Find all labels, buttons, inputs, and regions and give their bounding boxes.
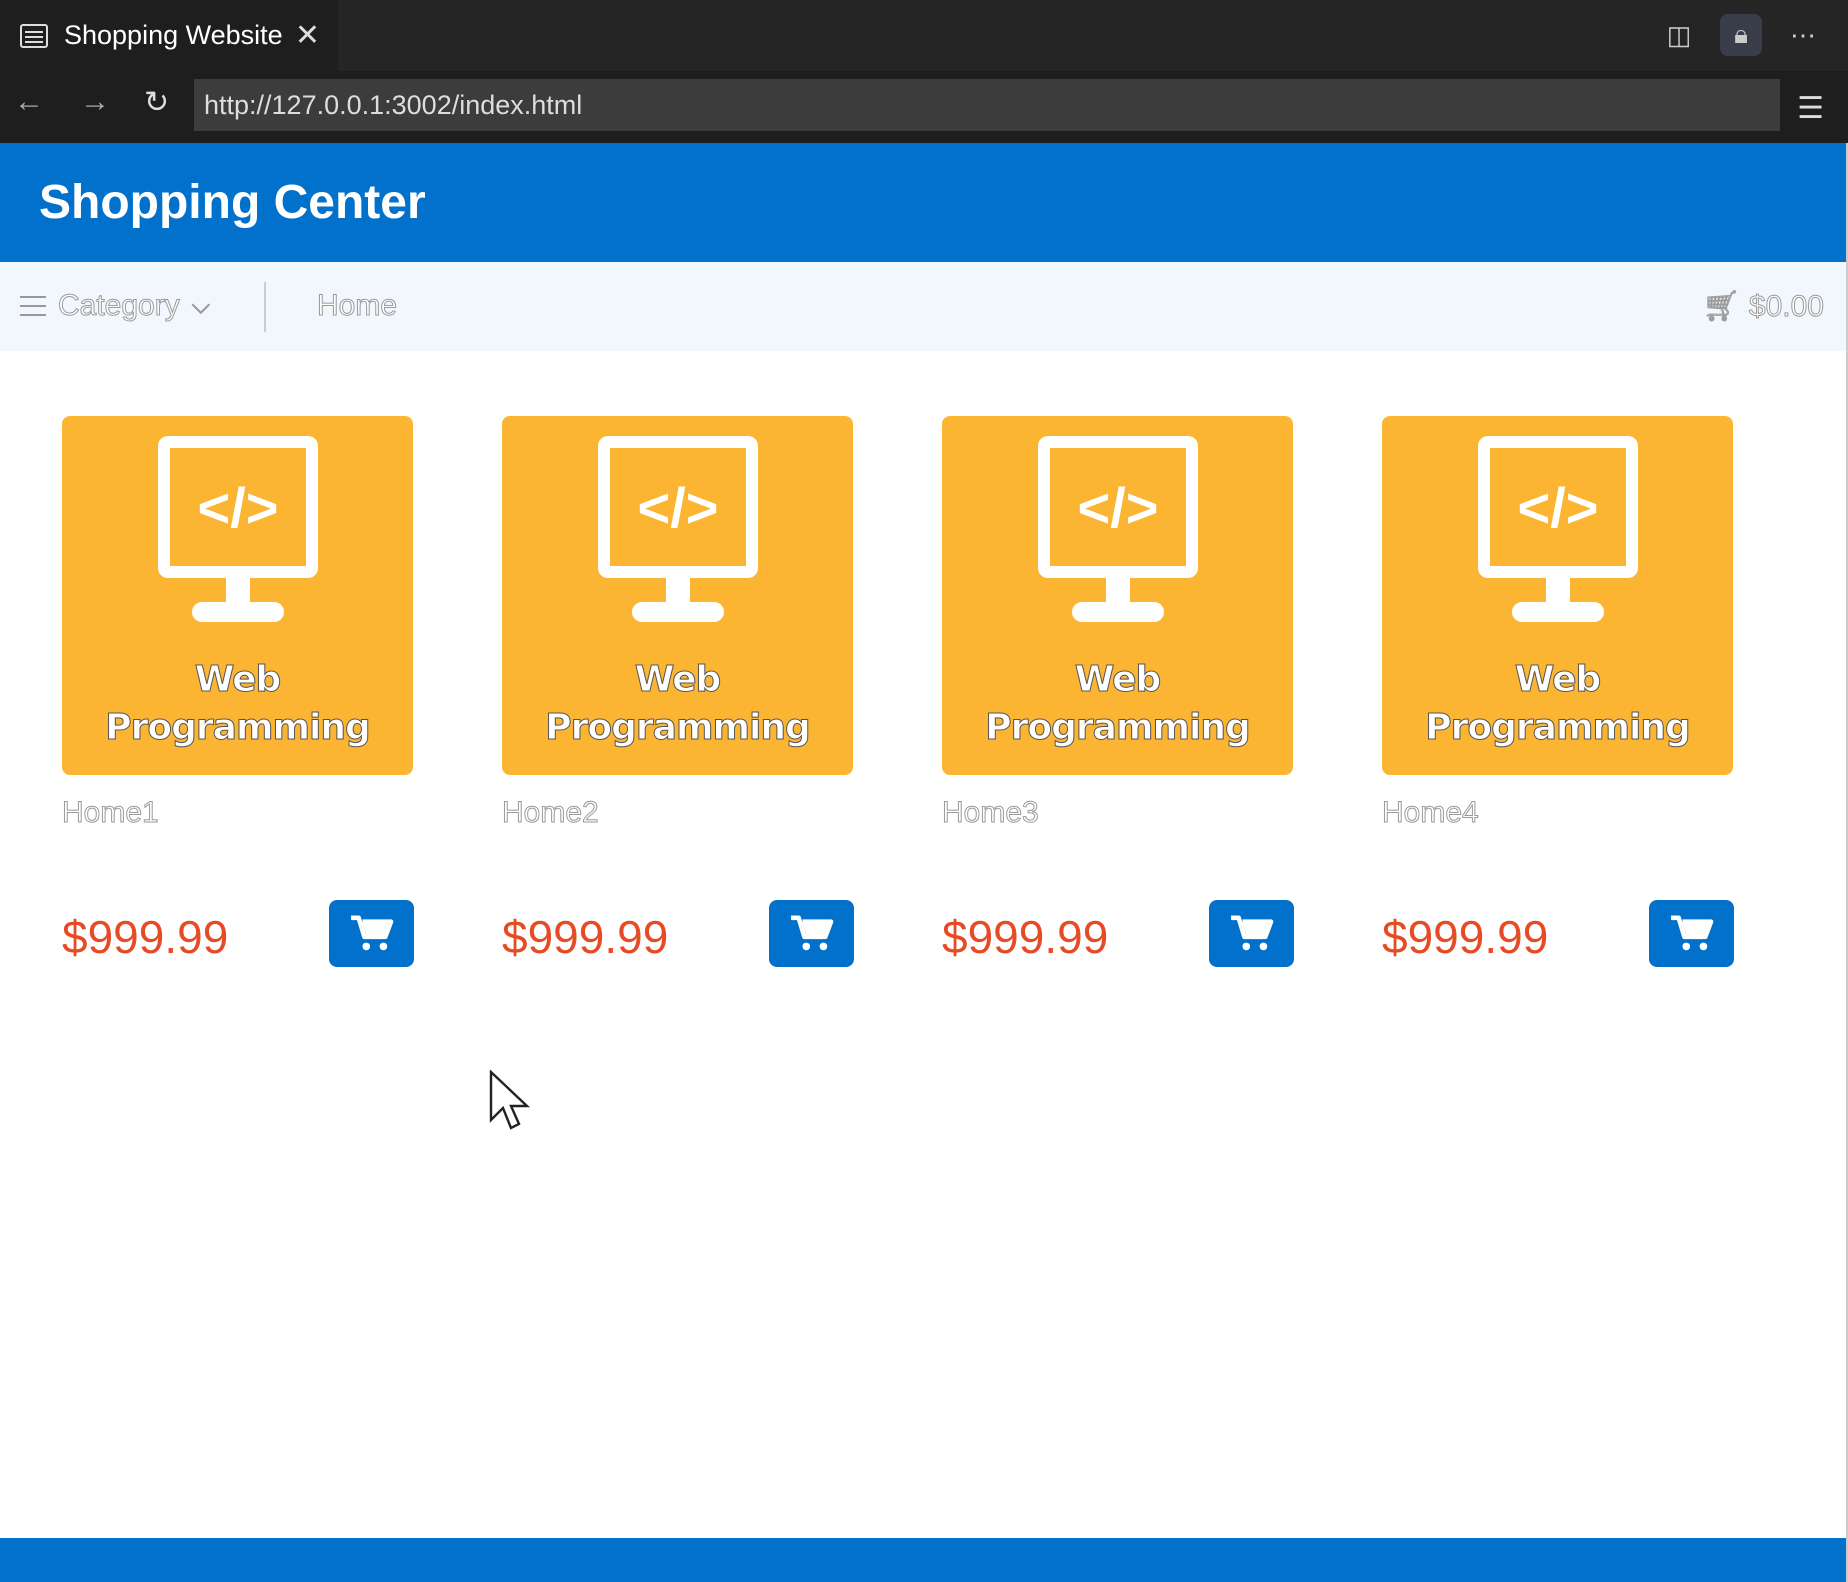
product-card: </> Web Programming Home2 $999.99 bbox=[502, 416, 854, 967]
chevron-down-icon: ⌵ bbox=[191, 292, 210, 320]
product-card: </> Web Programming Home1 $999.99 bbox=[62, 416, 414, 967]
product-image-text: Web Programming bbox=[502, 656, 853, 752]
product-name[interactable]: Home1 bbox=[62, 796, 160, 830]
product-price: $999.99 bbox=[942, 911, 1109, 963]
lock-icon[interactable]: 🔒︎ bbox=[1720, 14, 1762, 56]
image-text-line: Web bbox=[194, 659, 282, 701]
category-nav: Category ⌵ Home 🛒︎ $0.00 bbox=[0, 262, 1846, 351]
product-image-text: Web Programming bbox=[1382, 656, 1733, 752]
monitor-stand bbox=[226, 576, 250, 604]
reload-icon[interactable]: ↻ bbox=[144, 85, 169, 120]
image-text-line: Programming bbox=[545, 707, 811, 749]
browser-tab-bar: Shopping Website ✕ ◫ 🔒︎ ⋯ bbox=[0, 0, 1848, 71]
cart-icon bbox=[1670, 915, 1713, 950]
image-text-line: Programming bbox=[1425, 707, 1691, 749]
product-name[interactable]: Home3 bbox=[942, 796, 1040, 830]
monitor-stand bbox=[1546, 576, 1570, 604]
page-icon bbox=[20, 23, 48, 48]
menu-icon[interactable]: ☰ bbox=[1797, 91, 1824, 126]
product-card: </> Web Programming Home3 $999.99 bbox=[942, 416, 1294, 967]
product-image[interactable]: </> Web Programming bbox=[502, 416, 853, 775]
code-monitor-icon: </> bbox=[1478, 436, 1638, 578]
monitor-base bbox=[632, 602, 724, 622]
browser-tab[interactable]: Shopping Website ✕ bbox=[0, 0, 338, 71]
back-icon[interactable]: ← bbox=[14, 85, 44, 119]
site-footer bbox=[0, 1538, 1846, 1582]
cart-total-value: $0.00 bbox=[1748, 290, 1824, 324]
product-image[interactable]: </> Web Programming bbox=[942, 416, 1293, 775]
code-monitor-icon: </> bbox=[158, 436, 318, 578]
image-text-line: Web bbox=[1514, 659, 1602, 701]
site-title: Shopping Center bbox=[39, 176, 426, 229]
mouse-cursor-icon bbox=[489, 1070, 531, 1130]
code-monitor-icon: </> bbox=[1038, 436, 1198, 578]
image-text-line: Web bbox=[1074, 659, 1162, 701]
product-card: </> Web Programming Home4 $999.99 bbox=[1382, 416, 1734, 967]
product-image-text: Web Programming bbox=[942, 656, 1293, 752]
product-name[interactable]: Home4 bbox=[1382, 796, 1480, 830]
product-name[interactable]: Home2 bbox=[502, 796, 600, 830]
divider bbox=[264, 282, 266, 332]
monitor-base bbox=[192, 602, 284, 622]
split-view-icon[interactable]: ◫ bbox=[1658, 14, 1700, 56]
add-to-cart-button[interactable] bbox=[769, 900, 854, 967]
product-image[interactable]: </> Web Programming bbox=[1382, 416, 1733, 775]
monitor-stand bbox=[1106, 576, 1130, 604]
product-image[interactable]: </> Web Programming bbox=[62, 416, 413, 775]
add-to-cart-button[interactable] bbox=[1209, 900, 1294, 967]
category-dropdown[interactable]: Category ⌵ bbox=[20, 289, 210, 323]
site-header: Shopping Center bbox=[0, 143, 1846, 262]
monitor-base bbox=[1512, 602, 1604, 622]
tab-title: Shopping Website bbox=[64, 20, 283, 50]
cart-icon: 🛒︎ bbox=[1702, 290, 1741, 324]
product-price: $999.99 bbox=[1382, 911, 1549, 963]
cart-total[interactable]: 🛒︎ $0.00 bbox=[1702, 289, 1825, 324]
product-price: $999.99 bbox=[502, 911, 669, 963]
product-image-text: Web Programming bbox=[62, 656, 413, 752]
forward-icon[interactable]: → bbox=[80, 85, 110, 119]
image-text-line: Programming bbox=[985, 707, 1251, 749]
more-icon[interactable]: ⋯ bbox=[1782, 14, 1824, 56]
category-label: Category bbox=[58, 289, 181, 323]
add-to-cart-button[interactable] bbox=[1649, 900, 1734, 967]
image-text-line: Programming bbox=[105, 707, 371, 749]
product-price: $999.99 bbox=[62, 911, 229, 963]
cart-icon bbox=[1230, 915, 1273, 950]
url-input[interactable]: http://127.0.0.1:3002/index.html bbox=[194, 79, 1780, 131]
nav-home-link[interactable]: Home bbox=[316, 289, 397, 323]
monitor-base bbox=[1072, 602, 1164, 622]
monitor-stand bbox=[666, 576, 690, 604]
close-tab-icon[interactable]: ✕ bbox=[295, 18, 320, 53]
code-monitor-icon: </> bbox=[598, 436, 758, 578]
add-to-cart-button[interactable] bbox=[329, 900, 414, 967]
cart-icon bbox=[350, 915, 393, 950]
image-text-line: Web bbox=[634, 659, 722, 701]
hamburger-icon bbox=[20, 296, 46, 316]
address-bar-row: ← → ↻ http://127.0.0.1:3002/index.html ☰ bbox=[0, 71, 1848, 143]
cart-icon bbox=[790, 915, 833, 950]
